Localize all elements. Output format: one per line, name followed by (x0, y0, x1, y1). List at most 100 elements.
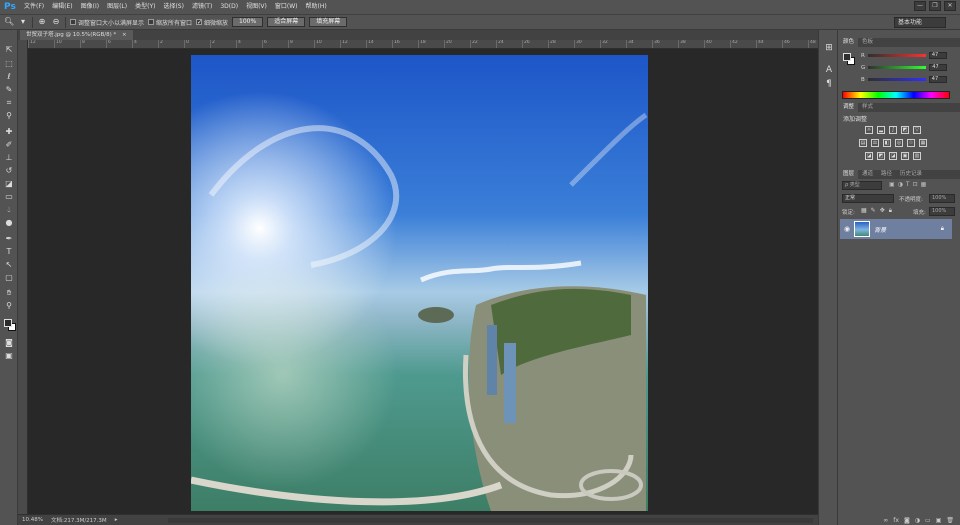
levels-icon[interactable]: ▂ (877, 126, 885, 134)
selective-color-icon[interactable]: ▣ (901, 152, 909, 160)
move-tool-icon[interactable]: ⇱ (3, 44, 15, 55)
document-tab[interactable]: 世贸双子塔.jpg @ 10.5%(RGB/8) * × (20, 30, 133, 40)
menu-layer[interactable]: 图层(L) (103, 0, 131, 14)
eraser-tool-icon[interactable]: ◪ (3, 178, 15, 189)
clone-stamp-tool-icon[interactable]: ⊥ (3, 152, 15, 163)
tab-styles[interactable]: 样式 (858, 103, 877, 112)
dodge-tool-icon[interactable]: ● (3, 217, 15, 228)
crop-tool-icon[interactable]: ⌗ (3, 97, 15, 108)
healing-brush-tool-icon[interactable]: ✚ (3, 126, 15, 137)
color-spectrum-bar[interactable] (842, 91, 950, 99)
resize-windows-checkbox[interactable] (70, 19, 76, 25)
tab-history[interactable]: 历史记录 (896, 170, 926, 179)
blue-value[interactable]: 47 (928, 76, 947, 83)
minimize-button[interactable]: — (914, 1, 926, 11)
brush-tool-icon[interactable]: ✐ (3, 139, 15, 150)
shape-tool-icon[interactable]: ▢ (3, 272, 15, 283)
marquee-tool-icon[interactable]: ⬚ (3, 58, 15, 69)
scrubby-zoom-option[interactable]: ✓ 细微缩放 (196, 18, 228, 27)
posterize-icon[interactable]: ◩ (877, 152, 885, 160)
menu-edit[interactable]: 编辑(E) (48, 0, 76, 14)
color-lookup-icon[interactable]: ▦ (919, 139, 927, 147)
menu-image[interactable]: 图像(I) (77, 0, 103, 14)
type-tool-icon[interactable]: T (3, 246, 15, 257)
document-image[interactable] (191, 55, 648, 511)
threshold-icon[interactable]: ◪ (889, 152, 897, 160)
visibility-eye-icon[interactable]: ◉ (844, 225, 850, 233)
layer-style-icon[interactable]: fx (893, 516, 899, 525)
workspace-select[interactable]: 基本功能 (894, 17, 946, 28)
panel-foreground-swatch[interactable] (843, 53, 851, 61)
zoom-level[interactable]: 10.48% (22, 517, 43, 523)
status-menu-arrow-icon[interactable]: ▸ (115, 517, 118, 523)
lock-icons[interactable]: ▦✎✥🔒︎ (861, 207, 896, 215)
menu-3d[interactable]: 3D(D) (216, 0, 242, 14)
layer-filter-icons[interactable]: ▣◑T⊡▦ (889, 181, 929, 188)
fill-input[interactable]: 100% (929, 207, 955, 216)
zoom-100-button[interactable]: 100% (232, 17, 264, 27)
hand-tool-icon[interactable]: ✋︎ (3, 287, 15, 298)
gradient-tool-icon[interactable]: ▭ (3, 191, 15, 202)
zoom-in-icon[interactable]: ⊕ (37, 17, 47, 27)
channel-mixer-icon[interactable]: ♲ (907, 139, 915, 147)
red-slider[interactable] (867, 54, 926, 57)
menu-filter[interactable]: 滤镜(T) (188, 0, 216, 14)
hue-saturation-icon[interactable]: ▤ (859, 139, 867, 147)
exposure-icon[interactable]: ◩ (901, 126, 909, 134)
resize-windows-option[interactable]: 调整窗口大小以满屏显示 (70, 18, 144, 27)
lasso-tool-icon[interactable]: ℓ (3, 71, 15, 82)
tab-layers[interactable]: 图层 (839, 170, 859, 179)
color-balance-icon[interactable]: ⚖ (871, 139, 879, 147)
blue-slider[interactable] (867, 78, 926, 81)
gradient-map-icon[interactable]: ▥ (913, 152, 921, 160)
document-tab-close-icon[interactable]: × (122, 32, 127, 38)
green-value[interactable]: 47 (929, 64, 948, 71)
menu-type[interactable]: 类型(Y) (131, 0, 159, 14)
zoom-tool-icon[interactable]: ⚲ (3, 300, 15, 311)
restore-button[interactable]: ❐ (929, 1, 941, 11)
paragraph-panel-icon[interactable]: ¶ (823, 78, 835, 90)
invert-icon[interactable]: ◪ (865, 152, 873, 160)
zoom-all-option[interactable]: 缩放所有窗口 (148, 18, 192, 27)
zoom-out-icon[interactable]: ⊖ (51, 17, 61, 27)
delete-layer-icon[interactable]: 🗑︎ (946, 516, 954, 525)
red-value[interactable]: 47 (928, 52, 947, 59)
fit-screen-button[interactable]: 适合屏幕 (267, 17, 306, 27)
fill-screen-button[interactable]: 填充屏幕 (309, 17, 348, 27)
scrubby-zoom-checkbox[interactable]: ✓ (196, 19, 202, 26)
adjustment-layer-icon[interactable]: ◑ (915, 516, 920, 525)
canvas-area[interactable] (28, 49, 818, 514)
menu-help[interactable]: 帮助(H) (302, 0, 331, 14)
menu-select[interactable]: 选择(S) (159, 0, 188, 14)
menu-view[interactable]: 视图(V) (242, 0, 271, 14)
history-panel-icon[interactable]: ⊞ (823, 42, 835, 54)
quick-select-tool-icon[interactable]: ✎ (3, 84, 15, 95)
tab-paths[interactable]: 路径 (877, 170, 896, 179)
quick-mask-icon[interactable]: ◙ (3, 337, 15, 348)
tab-channels[interactable]: 通道 (858, 170, 877, 179)
pen-tool-icon[interactable]: ✒ (3, 233, 15, 244)
blur-tool-icon[interactable]: 💧︎ (3, 204, 15, 215)
color-panel-swatches[interactable] (842, 52, 856, 66)
character-panel-icon[interactable]: A (823, 64, 835, 76)
zoom-all-checkbox[interactable] (148, 19, 155, 25)
menu-window[interactable]: 窗口(W) (271, 0, 302, 14)
brightness-icon[interactable]: ☼ (865, 126, 873, 134)
color-swatches[interactable] (3, 318, 17, 332)
tab-swatches[interactable]: 色板 (858, 38, 877, 47)
tab-adjustments[interactable]: 调整 (839, 103, 859, 112)
curves-icon[interactable]: ∫ (889, 126, 897, 134)
new-layer-icon[interactable]: ▣ (936, 516, 942, 525)
green-slider[interactable] (868, 66, 927, 69)
zoom-tool-icon[interactable]: 🔍︎ (4, 17, 14, 27)
tab-color[interactable]: 颜色 (839, 38, 859, 47)
opacity-input[interactable]: 100% (929, 194, 955, 203)
layer-mask-icon[interactable]: ◙ (904, 516, 910, 525)
layer-name[interactable]: 背景 (874, 225, 886, 234)
tool-preset-chevron-icon[interactable]: ▾ (18, 17, 28, 27)
path-select-tool-icon[interactable]: ↖ (3, 259, 15, 270)
screen-mode-icon[interactable]: ▣ (3, 350, 15, 361)
close-button[interactable]: ✕ (944, 1, 956, 11)
eyedropper-tool-icon[interactable]: ⚲ (3, 110, 15, 121)
layer-row[interactable]: ◉ 背景 🔒︎ (840, 219, 952, 239)
